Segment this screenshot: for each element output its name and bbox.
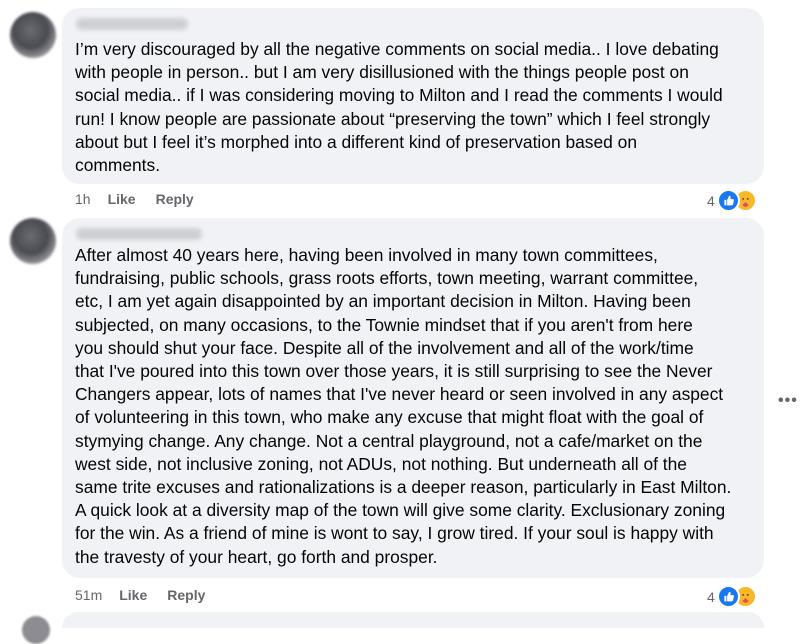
like-reaction-icon [716, 585, 740, 608]
reaction-count: 4 [707, 192, 715, 209]
reply-button[interactable]: Reply [167, 587, 205, 603]
comment-timestamp[interactable]: 51m [75, 587, 102, 603]
comment-text: After almost 40 years here, having been … [75, 245, 732, 567]
reaction-count: 4 [707, 588, 715, 605]
comment-author-name-blurred[interactable] [76, 18, 188, 30]
comment-bubble: After almost 40 years here, having been … [62, 218, 764, 578]
next-comment-bubble-partial [62, 612, 764, 628]
comment-text: I’m very discouraged by all the negative… [75, 39, 723, 176]
commenter-avatar[interactable] [10, 12, 56, 58]
reaction-summary[interactable]: 4 [707, 189, 757, 212]
like-button[interactable]: Like [119, 587, 147, 603]
like-button[interactable]: Like [108, 191, 136, 207]
like-reaction-icon [716, 189, 740, 212]
more-options-icon[interactable]: ••• [778, 392, 798, 410]
comment-bubble: I’m very discouraged by all the negative… [62, 8, 764, 184]
reply-button[interactable]: Reply [156, 191, 194, 207]
commenter-avatar-partial[interactable] [22, 616, 50, 644]
commenter-avatar[interactable] [10, 218, 56, 264]
comment-timestamp[interactable]: 1h [75, 191, 91, 207]
reaction-summary[interactable]: 4 [707, 585, 757, 608]
comment-actions: 1h Like Reply [75, 191, 214, 207]
comment-author-name-blurred[interactable] [76, 228, 202, 240]
comment-actions: 51m Like Reply [75, 587, 225, 603]
